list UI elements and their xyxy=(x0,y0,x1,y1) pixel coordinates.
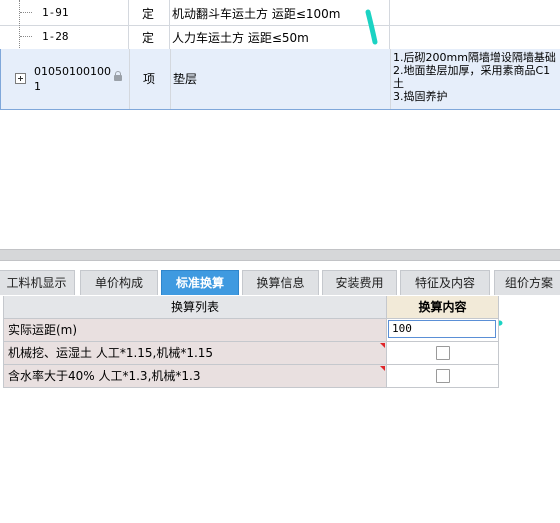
wet-soil-checkbox[interactable] xyxy=(436,346,450,360)
tab-standard-conversion[interactable]: 标准换算 xyxy=(161,270,239,295)
conversion-table: 换算列表 换算内容 实际运距(m) 100 机械挖、运湿土 人工*1.15,机械… xyxy=(3,296,499,388)
tab-installation-fee[interactable]: 安装费用 xyxy=(322,270,397,295)
table-row: 实际运距(m) 100 xyxy=(4,319,499,342)
annotation-stroke xyxy=(365,9,378,45)
tab-pricing-scheme[interactable]: 组价方案 xyxy=(494,270,560,295)
annotation-overlay xyxy=(365,9,503,331)
col-conversion-list: 换算列表 xyxy=(4,296,387,318)
conversion-label: 实际运距(m) xyxy=(4,319,387,341)
detail-tabs: 工料机显示 单价构成 标准换算 换算信息 安装费用 特征及内容 组价方案 xyxy=(0,268,560,296)
table-row: 机械挖、运湿土 人工*1.15,机械*1.15 xyxy=(4,342,499,365)
tab-conversion-info[interactable]: 换算信息 xyxy=(242,270,319,295)
high-moisture-checkbox[interactable] xyxy=(436,369,450,383)
tab-features-content[interactable]: 特征及内容 xyxy=(400,270,490,295)
table-row: 含水率大于40% 人工*1.3,机械*1.3 xyxy=(4,365,499,388)
conversion-label: 含水率大于40% 人工*1.3,机械*1.3 xyxy=(8,369,201,383)
tab-unit-price-composition[interactable]: 单价构成 xyxy=(80,270,158,295)
panel-splitter[interactable] xyxy=(0,249,560,261)
col-conversion-content: 换算内容 xyxy=(387,296,499,318)
conversion-label: 机械挖、运湿土 人工*1.15,机械*1.15 xyxy=(8,346,214,360)
tab-labor-material-machine[interactable]: 工料机显示 xyxy=(0,270,75,295)
comment-marker-icon xyxy=(380,343,385,348)
table-header: 换算列表 换算内容 xyxy=(4,296,499,319)
comment-marker-icon xyxy=(380,366,385,371)
actual-distance-input[interactable]: 100 xyxy=(388,320,496,338)
